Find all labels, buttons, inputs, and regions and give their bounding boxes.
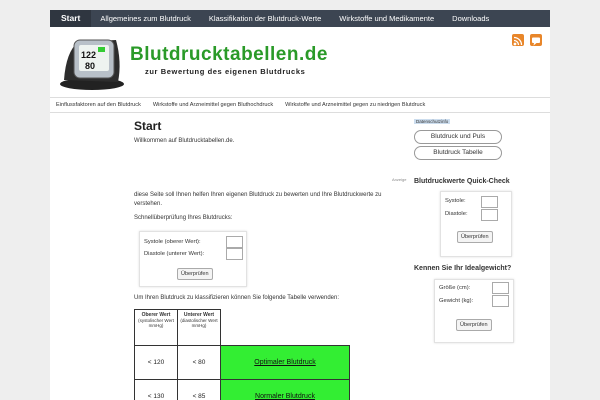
table-cell-sys: < 130 <box>134 379 178 400</box>
ideal-weight-title: Kennen Sie Ihr Idealgewicht? <box>414 265 512 272</box>
intro-text: diese Seite soll Ihnen helfen Ihren eige… <box>134 192 382 207</box>
table-row: < 120 < 80 Optimaler Blutdruck <box>134 345 350 380</box>
blutdruck-puls-button[interactable]: Blutdruck und Puls <box>414 130 502 144</box>
category-link[interactable]: Optimaler Blutdruck <box>220 345 350 380</box>
quick-diastole-input[interactable] <box>481 209 498 221</box>
quick-check-box: Systole: Diastole: Überprüfen <box>440 191 512 257</box>
ideal-weight-box: Größe (cm): Gewicht (kg): Überprüfen <box>434 279 514 343</box>
weight-label: Gewicht (kg): <box>439 298 474 304</box>
nav-item-downloads[interactable]: Downloads <box>443 10 498 27</box>
height-label: Größe (cm): <box>439 285 471 291</box>
page-title: Start <box>134 119 162 133</box>
table-header-dia: Unterer Wert (diastolischer Wert mmHg) <box>177 309 221 346</box>
table-cell-dia: < 85 <box>177 379 221 400</box>
height-input[interactable] <box>492 282 509 294</box>
nav-item-wirkstoffe[interactable]: Wirkstoffe und Medikamente <box>330 10 443 27</box>
systole-label: Systole (oberer Wert): <box>144 239 201 245</box>
check-button[interactable]: Überprüfen <box>177 268 213 280</box>
quick-diastole-label: Diastole: <box>445 211 468 217</box>
subnav-item-bluthochdruck[interactable]: Wirkstoffe und Arzneimittel gegen Blutho… <box>147 98 279 112</box>
diastole-input[interactable] <box>226 248 243 260</box>
sub-navigation: Einflussfaktoren auf den Blutdruck Wirks… <box>50 97 550 113</box>
weight-input[interactable] <box>492 295 509 307</box>
quick-check-button[interactable]: Überprüfen <box>457 231 493 243</box>
category-link[interactable]: Normaler Blutdruck <box>220 379 350 400</box>
page: Start Allgemeines zum Blutdruck Klassifi… <box>50 10 550 400</box>
diastole-label: Diastole (unterer Wert): <box>144 251 205 257</box>
quick-check-label: Schnellüberprüfung Ihres Blutdrucks: <box>134 215 233 221</box>
table-cell-dia: < 80 <box>177 345 221 380</box>
privacy-info-link[interactable]: Datenschutzinfo <box>414 119 451 124</box>
bp-calculator-box: Systole (oberer Wert): Diastole (unterer… <box>139 231 247 287</box>
table-header-row: Oberer Wert (systolischer Wert mmHg) Unt… <box>134 309 350 346</box>
blutdruck-tabelle-button[interactable]: Blutdruck Tabelle <box>414 146 502 160</box>
subnav-item-niedriger-blutdruck[interactable]: Wirkstoffe und Arzneimittel gegen zu nie… <box>279 98 431 112</box>
nav-item-allgemeines[interactable]: Allgemeines zum Blutdruck <box>91 10 199 27</box>
chat-icon[interactable] <box>530 34 542 46</box>
ideal-weight-button[interactable]: Überprüfen <box>456 319 492 331</box>
site-tagline: zur Bewertung des eigenen Blutdrucks <box>145 67 306 76</box>
site-title[interactable]: Blutdrucktabellen.de <box>130 44 328 66</box>
welcome-text: Willkommen auf Blutdrucktabellen.de. <box>134 138 235 144</box>
nav-item-start[interactable]: Start <box>50 10 92 27</box>
table-cell-sys: < 120 <box>134 345 178 380</box>
table-header-sys: Oberer Wert (systolischer Wert mmHg) <box>134 309 178 346</box>
table-row: < 130 < 85 Normaler Blutdruck <box>134 379 350 400</box>
main-content: Start Willkommen auf Blutdrucktabellen.d… <box>134 119 406 400</box>
table-header-empty <box>221 310 350 346</box>
quick-systole-label: Systole: <box>445 198 466 204</box>
subnav-item-einflussfaktoren[interactable]: Einflussfaktoren auf den Blutdruck <box>50 98 147 112</box>
table-intro-text: Um Ihren Blutdruck zu klassifizieren kön… <box>134 295 340 301</box>
systole-input[interactable] <box>226 236 243 248</box>
ad-label: Anzeige <box>392 177 407 182</box>
nav-item-klassifikation[interactable]: Klassifikation der Blutdruck-Werte <box>200 10 330 27</box>
quick-check-title: Blutdruckwerte Quick-Check <box>414 178 510 185</box>
device-reading-sys: 122 <box>81 50 96 60</box>
rss-icon[interactable] <box>512 34 524 46</box>
blood-pressure-monitor-logo[interactable]: 122 80 <box>58 32 126 92</box>
site-header: 122 80 Blutdrucktabellen.de zur Bewertun… <box>50 27 550 97</box>
bp-classification-table: Oberer Wert (systolischer Wert mmHg) Unt… <box>134 309 350 400</box>
top-navigation: Start Allgemeines zum Blutdruck Klassifi… <box>50 10 550 27</box>
quick-systole-input[interactable] <box>481 196 498 208</box>
device-reading-dia: 80 <box>85 61 95 71</box>
